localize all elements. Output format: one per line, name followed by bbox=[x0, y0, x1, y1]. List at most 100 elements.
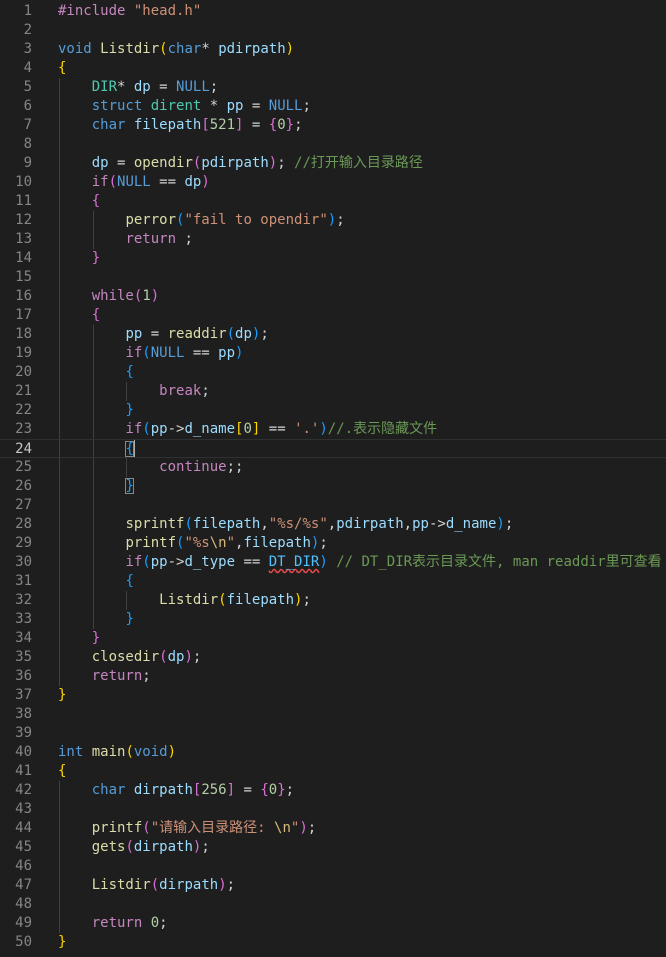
code-editor[interactable]: 1 #include "head.h" 2 3 void Listdir(char* p… bbox=[0, 0, 666, 957]
code-line[interactable]: 26 } bbox=[0, 477, 666, 496]
code-token: ;; bbox=[226, 459, 244, 475]
code-line[interactable]: 39 bbox=[0, 724, 666, 743]
code-line[interactable]: 46 bbox=[0, 857, 666, 876]
code-token: pdirpath bbox=[218, 41, 286, 57]
code-line[interactable]: 20 { bbox=[0, 363, 666, 382]
code-line[interactable]: 41 { bbox=[0, 762, 666, 781]
code-line[interactable]: 49 return 0; bbox=[0, 914, 666, 933]
code-token: dp bbox=[167, 649, 185, 665]
code-line[interactable]: 13 return ; bbox=[0, 230, 666, 249]
code-line[interactable]: 7 char filepath[521] = {0}; bbox=[0, 116, 666, 135]
code-line[interactable]: 23 if(pp->d_name[0] == '.')//.表示隐藏文件 bbox=[0, 420, 666, 439]
code-line[interactable]: 36 return; bbox=[0, 667, 666, 686]
code-line[interactable]: 44 printf("请输入目录路径: \n"); bbox=[0, 819, 666, 838]
code-token: * bbox=[201, 41, 219, 57]
line-number: 26 bbox=[15, 478, 32, 494]
code-line[interactable]: 12 perror("fail to opendir"); bbox=[0, 211, 666, 230]
code-token: ( bbox=[142, 421, 151, 437]
code-line[interactable]: 27 bbox=[0, 496, 666, 515]
code-line[interactable]: 22 } bbox=[0, 401, 666, 420]
line-code: { bbox=[58, 192, 100, 211]
code-line[interactable]: 25 continue;; bbox=[0, 458, 666, 477]
code-token: return bbox=[91, 668, 143, 684]
code-line[interactable]: 19 if(NULL == pp) bbox=[0, 344, 666, 363]
code-line[interactable]: 34 } bbox=[0, 629, 666, 648]
code-token: ; bbox=[201, 839, 210, 855]
code-line[interactable]: 15 bbox=[0, 268, 666, 287]
code-line[interactable]: 45 gets(dirpath); bbox=[0, 838, 666, 857]
code-token: //.表示隐藏文件 bbox=[327, 421, 438, 437]
code-line[interactable]: 43 bbox=[0, 800, 666, 819]
code-line[interactable]: 4{ bbox=[0, 59, 666, 78]
code-line[interactable]: 5 DIR* dp = NULL; bbox=[0, 78, 666, 97]
code-token: ( bbox=[226, 326, 236, 342]
code-line[interactable]: 24 { bbox=[0, 439, 666, 458]
code-line[interactable]: 17 { bbox=[0, 306, 666, 325]
line-number: 44 bbox=[15, 820, 32, 836]
code-line[interactable]: 8 bbox=[0, 135, 666, 154]
code-token: dirent bbox=[150, 98, 202, 114]
code-line[interactable]: 47 Listdir(dirpath); bbox=[0, 876, 666, 895]
code-token: ) bbox=[319, 554, 328, 570]
code-line[interactable]: 29 printf("%s\n",filepath); bbox=[0, 534, 666, 553]
line-code: if(pp->d_type == DT_DIR) // DT_DIR表示目录文件… bbox=[58, 553, 661, 572]
code-line[interactable]: 6 struct dirent * pp = NULL; bbox=[0, 97, 666, 116]
code-token: NULL bbox=[117, 174, 151, 190]
code-token: ) bbox=[184, 649, 193, 665]
code-line[interactable]: 1 #include "head.h" bbox=[0, 2, 666, 21]
code-token: ( bbox=[142, 554, 151, 570]
line-code: #include "head.h" bbox=[58, 2, 201, 21]
line-number: 31 bbox=[15, 573, 32, 589]
code-line[interactable]: 37} bbox=[0, 686, 666, 705]
line-number: 46 bbox=[15, 858, 32, 874]
code-token: gets bbox=[91, 839, 126, 855]
code-line[interactable]: 10 if(NULL == dp) bbox=[0, 173, 666, 192]
code-line[interactable]: 38 bbox=[0, 705, 666, 724]
code-line[interactable]: 9 dp = opendir(pdirpath); //打开输入目录路径 bbox=[0, 154, 666, 173]
line-number: 23 bbox=[15, 421, 32, 437]
code-line[interactable]: 35 closedir(dp); bbox=[0, 648, 666, 667]
code-token: //打开输入目录路径 bbox=[294, 155, 423, 171]
code-line[interactable]: 31 { bbox=[0, 572, 666, 591]
code-token: filepath bbox=[133, 117, 202, 133]
code-line[interactable]: 3 void Listdir(char* pdirpath) bbox=[0, 40, 666, 59]
code-line[interactable]: 50} bbox=[0, 933, 666, 952]
code-token: ( bbox=[218, 592, 227, 608]
line-number: 43 bbox=[15, 801, 32, 817]
line-code: } bbox=[58, 477, 134, 496]
code-line[interactable]: 48 bbox=[0, 895, 666, 914]
line-code: } bbox=[58, 401, 133, 420]
line-number: 30 bbox=[15, 554, 32, 570]
line-code: } bbox=[58, 610, 133, 629]
code-token: ( bbox=[159, 41, 168, 57]
code-line[interactable]: 28 sprintf(filepath,"%s/%s",pdirpath,pp-… bbox=[0, 515, 666, 534]
line-number: 16 bbox=[15, 288, 32, 304]
line-number: 17 bbox=[15, 307, 32, 323]
code-line[interactable]: 33 } bbox=[0, 610, 666, 629]
code-line[interactable]: 11 { bbox=[0, 192, 666, 211]
line-number: 1 bbox=[23, 3, 32, 19]
code-line[interactable]: 2 bbox=[0, 21, 666, 40]
code-line[interactable]: 18 pp = readdir(dp); bbox=[0, 325, 666, 344]
code-line[interactable]: 21 break; bbox=[0, 382, 666, 401]
code-token: pp bbox=[125, 326, 143, 342]
code-line[interactable]: 40 int main(void) bbox=[0, 743, 666, 762]
code-token: = bbox=[108, 155, 134, 171]
code-line[interactable]: 32 Listdir(filepath); bbox=[0, 591, 666, 610]
line-code: void Listdir(char* pdirpath) bbox=[58, 40, 294, 59]
code-token: if bbox=[125, 554, 143, 570]
code-line[interactable]: 30 if(pp->d_type == DT_DIR) // DT_DIR表示目… bbox=[0, 553, 666, 572]
code-line[interactable]: 42 char dirpath[256] = {0}; bbox=[0, 781, 666, 800]
code-line[interactable]: 14 } bbox=[0, 249, 666, 268]
code-token: -> bbox=[428, 516, 446, 532]
code-line[interactable]: 16 while(1) bbox=[0, 287, 666, 306]
